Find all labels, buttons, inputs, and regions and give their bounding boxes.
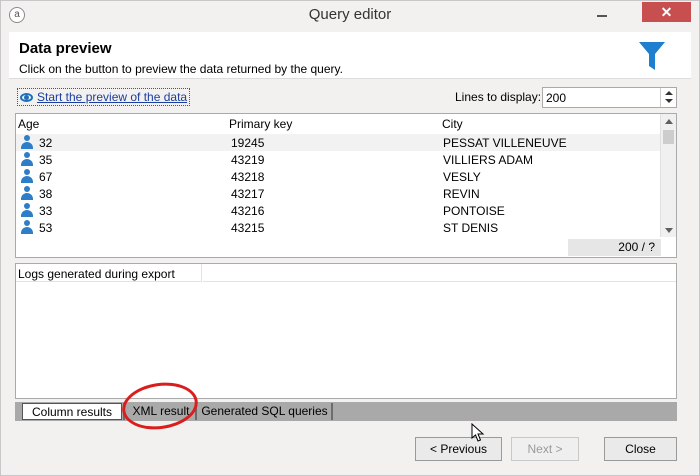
- grid-header: Age Primary key City: [16, 114, 660, 134]
- header-panel: Data preview Click on the button to prev…: [9, 32, 691, 79]
- data-grid: Age Primary key City 32 19245 PESSAT VIL…: [15, 113, 677, 258]
- table-row[interactable]: 38 43217 REVIN: [16, 185, 660, 202]
- column-header-age[interactable]: Age: [18, 117, 39, 131]
- next-button[interactable]: Next >: [511, 437, 579, 461]
- cell-age: 38: [39, 187, 53, 201]
- cell-city: PONTOISE: [443, 204, 505, 218]
- spin-up-icon[interactable]: [661, 88, 676, 97]
- lines-to-display-label: Lines to display:: [455, 90, 542, 104]
- table-row[interactable]: 53 43215 ST DENIS: [16, 219, 660, 236]
- tab-column-results[interactable]: Column results: [22, 403, 122, 420]
- eye-icon: [20, 92, 33, 102]
- lines-spinner: [660, 88, 676, 107]
- page-subtitle: Click on the button to preview the data …: [19, 62, 343, 76]
- column-header-city[interactable]: City: [442, 117, 463, 131]
- cell-age: 35: [39, 153, 53, 167]
- logs-column-header-empty: [203, 264, 676, 282]
- tab-separator: [331, 403, 335, 420]
- results-tab-strip: Column results XML result Generated SQL …: [15, 402, 677, 421]
- start-preview-label: Start the preview of the data: [37, 90, 188, 104]
- lines-to-display-input[interactable]: [543, 88, 653, 107]
- cell-city: PESSAT VILLENEUVE: [443, 136, 567, 150]
- funnel-icon: [639, 42, 665, 70]
- column-header-primary-key[interactable]: Primary key: [229, 117, 292, 131]
- cell-age: 33: [39, 204, 53, 218]
- table-row[interactable]: 35 43219 VILLIERS ADAM: [16, 151, 660, 168]
- cell-age: 53: [39, 221, 53, 235]
- close-window-button[interactable]: ✕: [642, 2, 691, 22]
- spin-down-icon[interactable]: [661, 97, 676, 106]
- scroll-down-icon[interactable]: [665, 228, 673, 233]
- minimize-button[interactable]: [593, 5, 611, 23]
- title-bar: a Query editor ✕: [1, 1, 699, 30]
- logs-panel: Logs generated during export: [15, 263, 677, 399]
- cell-primary-key: 43219: [231, 153, 265, 167]
- person-icon: [21, 220, 33, 235]
- cell-age: 67: [39, 170, 53, 184]
- scroll-up-icon[interactable]: [665, 119, 673, 124]
- close-button[interactable]: Close: [604, 437, 677, 461]
- person-icon: [21, 169, 33, 184]
- cell-city: VILLIERS ADAM: [443, 153, 534, 167]
- cell-primary-key: 43215: [231, 221, 265, 235]
- lines-to-display-field: [542, 87, 677, 108]
- tab-generated-sql-queries[interactable]: Generated SQL queries: [195, 403, 332, 420]
- person-icon: [21, 186, 33, 201]
- logs-column-header[interactable]: Logs generated during export: [16, 264, 202, 282]
- scroll-thumb[interactable]: [663, 130, 674, 144]
- cell-city: ST DENIS: [443, 221, 499, 235]
- page-title: Data preview: [19, 40, 112, 57]
- cell-primary-key: 43218: [231, 170, 265, 184]
- cell-city: REVIN: [443, 187, 480, 201]
- mouse-cursor-icon: [471, 423, 485, 442]
- cell-city: VESLY: [443, 170, 481, 184]
- cell-primary-key: 43216: [231, 204, 265, 218]
- cell-primary-key: 19245: [231, 136, 265, 150]
- person-icon: [21, 152, 33, 167]
- table-row[interactable]: 67 43218 VESLY: [16, 168, 660, 185]
- grid-footer: 200 / ?: [16, 238, 676, 257]
- query-editor-window: a Query editor ✕ Data preview Click on t…: [0, 0, 700, 476]
- row-count-badge: 200 / ?: [568, 239, 661, 256]
- cell-age: 32: [39, 136, 53, 150]
- cell-primary-key: 43217: [231, 187, 265, 201]
- person-icon: [21, 203, 33, 218]
- grid-vertical-scrollbar[interactable]: [660, 114, 676, 237]
- start-preview-link[interactable]: Start the preview of the data: [17, 88, 191, 106]
- table-row[interactable]: 33 43216 PONTOISE: [16, 202, 660, 219]
- previous-button[interactable]: < Previous: [415, 437, 502, 461]
- person-icon: [21, 135, 33, 150]
- table-row[interactable]: 32 19245 PESSAT VILLENEUVE: [16, 134, 660, 151]
